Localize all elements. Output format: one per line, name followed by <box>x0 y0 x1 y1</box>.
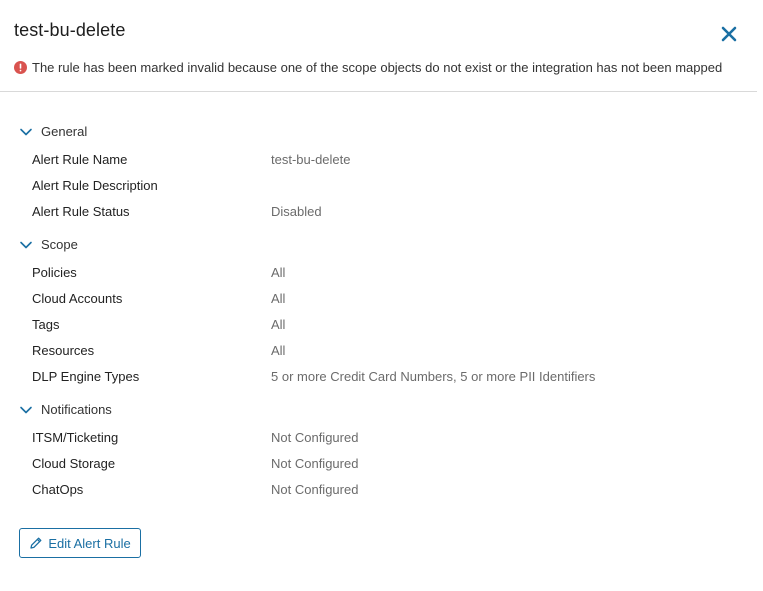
section-title: Notifications <box>41 402 112 417</box>
detail-row: DLP Engine Types 5 or more Credit Card N… <box>32 369 732 387</box>
detail-row: Resources All <box>32 343 732 361</box>
row-label: Policies <box>32 265 77 280</box>
close-button[interactable] <box>719 24 739 44</box>
row-value: Not Configured <box>271 430 359 445</box>
section-title: Scope <box>41 237 78 252</box>
detail-row: ChatOps Not Configured <box>32 482 732 500</box>
row-value: All <box>271 317 286 332</box>
row-label: DLP Engine Types <box>32 369 140 384</box>
detail-row: Cloud Storage Not Configured <box>32 456 732 474</box>
row-label: Cloud Storage <box>32 456 116 471</box>
edit-button-label: Edit Alert Rule <box>48 535 131 551</box>
row-label: Alert Rule Description <box>32 178 158 193</box>
chevron-down-icon <box>20 128 32 135</box>
alert-message: The rule has been marked invalid because… <box>32 60 723 75</box>
detail-row: Cloud Accounts All <box>32 291 732 309</box>
row-label: Alert Rule Status <box>32 204 130 219</box>
detail-row: Alert Rule Status Disabled <box>32 204 732 222</box>
row-value: 5 or more Credit Card Numbers, 5 or more… <box>271 369 596 384</box>
row-value: Not Configured <box>271 456 359 471</box>
row-label: Tags <box>32 317 60 332</box>
detail-row: Policies All <box>32 265 732 283</box>
invalid-rule-alert: The rule has been marked invalid because… <box>14 60 722 75</box>
header-divider <box>0 91 757 92</box>
error-icon <box>14 61 27 74</box>
row-value: Not Configured <box>271 482 359 497</box>
row-label: ChatOps <box>32 482 84 497</box>
row-label: Cloud Accounts <box>32 291 123 306</box>
alert-rule-panel: test-bu-delete The rule has been marked … <box>0 0 763 591</box>
pencil-icon <box>30 537 42 549</box>
row-label: ITSM/Ticketing <box>32 430 119 445</box>
chevron-down-icon <box>20 406 32 413</box>
row-value: All <box>271 343 286 358</box>
detail-row: Alert Rule Description <box>32 178 732 196</box>
page-title: test-bu-delete <box>14 20 126 40</box>
edit-alert-rule-button[interactable]: Edit Alert Rule <box>19 528 141 558</box>
row-value: test-bu-delete <box>271 152 351 167</box>
row-value: All <box>271 265 286 280</box>
detail-row: Tags All <box>32 317 732 335</box>
section-title: General <box>41 124 88 139</box>
section-scope-toggle[interactable]: Scope <box>19 237 78 252</box>
row-label: Resources <box>32 343 95 358</box>
row-value: All <box>271 291 286 306</box>
section-general-toggle[interactable]: General <box>19 124 87 139</box>
detail-row: Alert Rule Name test-bu-delete <box>32 152 732 170</box>
row-label: Alert Rule Name <box>32 152 128 167</box>
row-value: Disabled <box>271 204 322 219</box>
detail-row: ITSM/Ticketing Not Configured <box>32 430 732 448</box>
section-notifications-toggle[interactable]: Notifications <box>19 402 112 417</box>
close-icon[interactable] <box>719 24 739 44</box>
chevron-down-icon <box>20 241 32 248</box>
